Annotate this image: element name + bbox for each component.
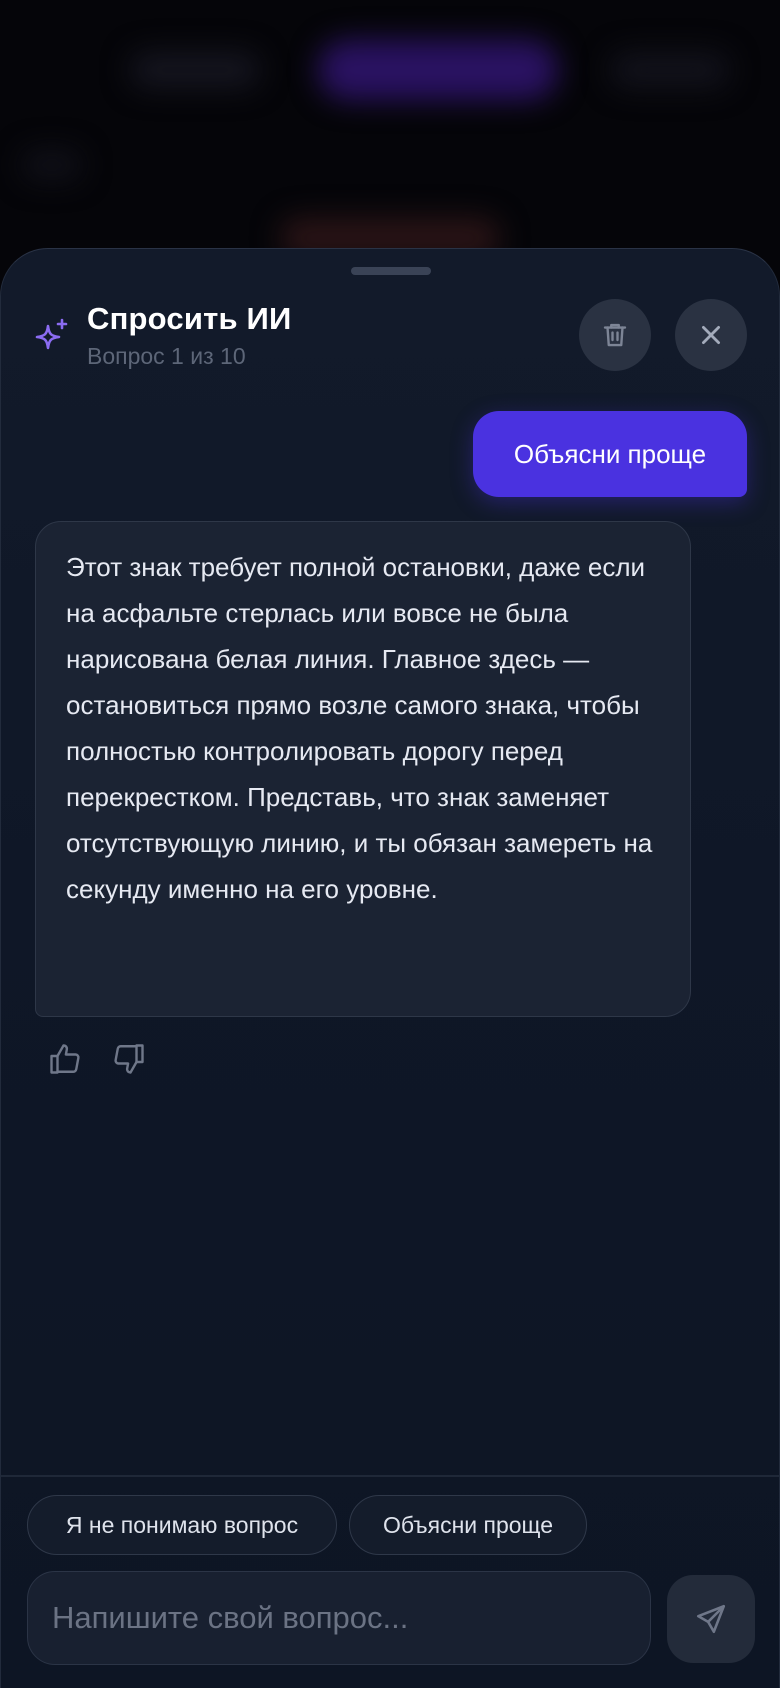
background-element — [22, 150, 82, 180]
ai-chat-sheet: Спросить ИИ Вопрос 1 из 10 Объясни проще… — [0, 248, 780, 1688]
user-message-bubble: Объясни проще — [473, 411, 747, 497]
trash-icon — [603, 323, 627, 347]
thumbs-down-icon[interactable] — [111, 1041, 147, 1077]
thumbs-up-icon[interactable] — [47, 1041, 83, 1077]
question-input[interactable] — [28, 1572, 650, 1664]
question-counter: Вопрос 1 из 10 — [87, 343, 246, 369]
close-icon — [702, 326, 720, 344]
clear-chat-button[interactable] — [579, 299, 651, 371]
sparkle-icon — [35, 318, 68, 350]
quick-reply-explain-simpler[interactable]: Объясни проще — [349, 1495, 587, 1555]
send-button[interactable] — [667, 1575, 755, 1663]
quick-reply-dont-understand[interactable]: Я не понимаю вопрос — [27, 1495, 337, 1555]
question-input-wrapper — [27, 1571, 651, 1665]
send-icon — [696, 1604, 726, 1634]
chat-header: Спросить ИИ Вопрос 1 из 10 — [1, 249, 779, 379]
background-active-tab — [318, 40, 558, 100]
composer-divider — [1, 1475, 779, 1477]
close-button[interactable] — [675, 299, 747, 371]
chat-title: Спросить ИИ — [87, 301, 292, 336]
background-tab — [130, 52, 260, 88]
background-tab — [610, 52, 730, 88]
ai-message-bubble: Этот знак требует полной остановки, даже… — [35, 521, 691, 1017]
